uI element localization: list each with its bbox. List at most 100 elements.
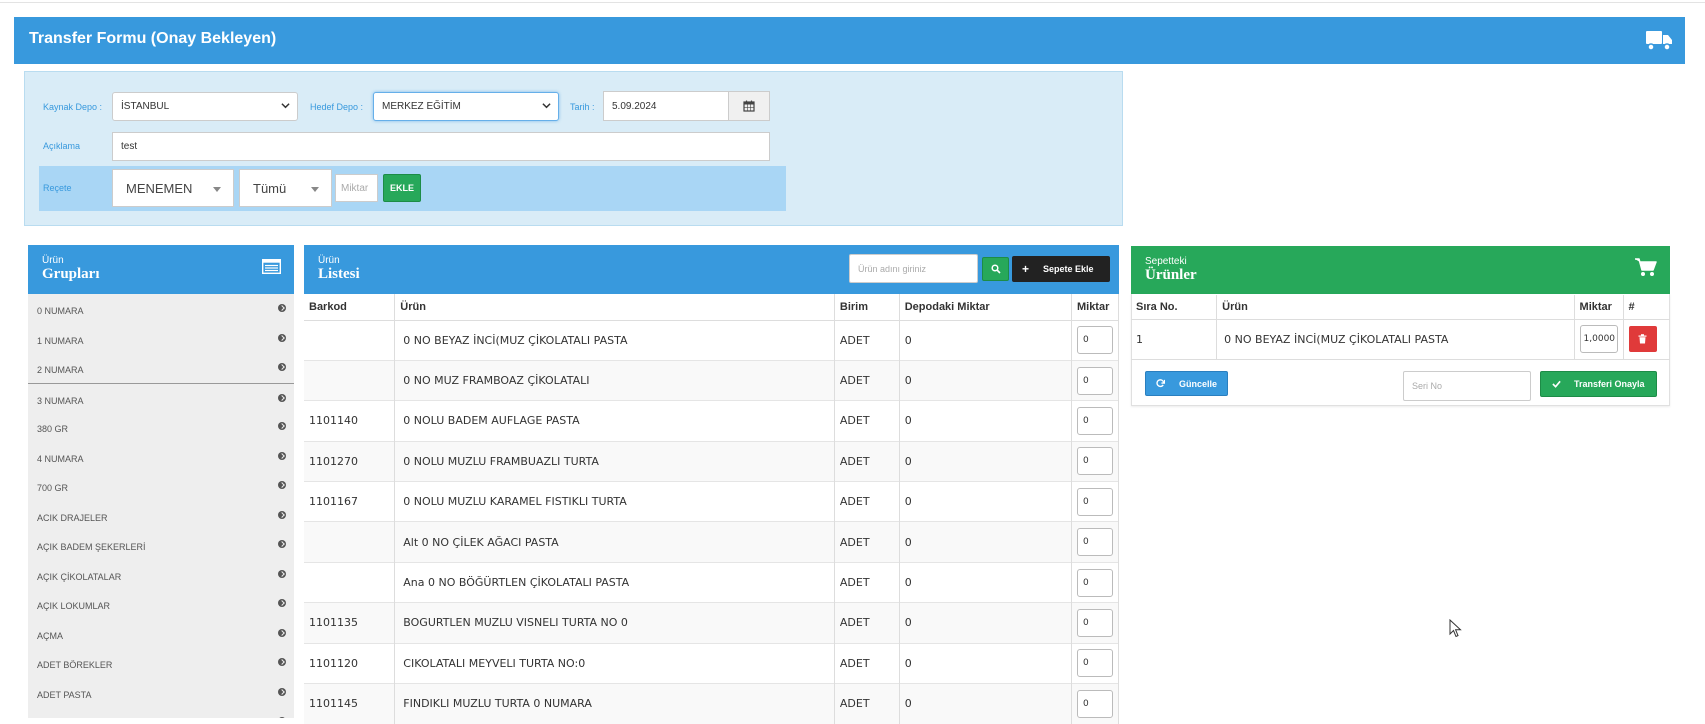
table-row: 1101270 0 NOLU MUZLU FRAMBUAZLI TURTA AD… [304,440,1120,482]
group-item[interactable]: 700 GR [28,471,294,501]
table-row: 0 NO BEYAZ İNCİ(MUZ ÇİKOLATALI PASTA ADE… [304,319,1120,361]
seri-no-input[interactable]: Seri No [1403,371,1531,401]
chevron-right-icon [278,304,286,312]
table-row: 0 NO MUZ FRAMBOAZ ÇİKOLATALI ADET 0 0 [304,359,1120,401]
chevron-right-icon [278,628,286,637]
ekle-button[interactable]: EKLE [383,174,421,202]
plus-icon: + [1022,262,1030,276]
group-item[interactable]: 380 GR [28,412,294,442]
truck-icon [1646,31,1672,51]
update-label: Güncelle [1179,378,1218,389]
groups-title-small: Ürün [42,255,64,266]
chevron-right-icon [278,599,286,607]
table-row: 1101135 BOGURTLEN MUZLU VISNELI TURTA NO… [304,602,1120,644]
aciklama-input[interactable]: test [112,132,770,161]
chevron-right-icon [278,569,286,578]
hedef-depo-value: MERKEZ EĞİTİM [382,101,461,112]
kaynak-depo-select[interactable]: İSTANBUL [112,92,298,121]
chevron-right-icon [278,422,286,430]
recete-value: MENEMEN [126,180,193,196]
top-border [0,0,1705,3]
chevron-right-icon [278,393,286,402]
quantity-input[interactable]: 0 [1076,689,1113,718]
groups-title: Grupları [42,266,100,282]
update-button[interactable]: Güncelle [1145,371,1228,396]
group-item[interactable]: AÇIK LOKUMLAR [28,589,294,619]
products-table: Barkod Ürün Birim Depodaki Miktar Miktar… [304,294,1120,724]
products-title-small: Ürün [318,255,340,266]
col-birim: Birim [834,294,900,321]
products-title: Listesi [318,266,360,282]
quantity-input[interactable]: 0 [1076,608,1113,637]
group-item[interactable] [28,707,294,718]
groups-panel-header: Ürün Grupları [28,245,294,294]
chevron-right-icon [278,540,286,548]
aciklama-label: Açıklama [43,141,81,151]
recete-select[interactable]: MENEMEN [112,169,234,207]
chevron-down-icon [542,102,551,108]
group-item[interactable]: ACIK DRAJELER [28,501,294,531]
group-item[interactable]: 2 NUMARA [28,353,294,383]
group-item[interactable]: 1 NUMARA [28,324,294,354]
cart-row: 1 0 NO BEYAZ İNCİ(MUZ ÇİKOLATALI PASTA 1… [1131,319,1670,360]
search-icon [990,264,1001,274]
product-search-input[interactable]: Ürün adını giriniz [849,254,978,283]
group-item[interactable]: ADET BÖREKLER [28,648,294,678]
cart-col-miktar: Miktar [1574,295,1624,320]
confirm-transfer-button[interactable]: Transferi Onayla [1540,371,1657,397]
quantity-input[interactable]: 0 [1076,326,1113,355]
group-item[interactable]: ADET PASTA [28,678,294,708]
recete-filter-select[interactable]: Tümü [239,169,332,207]
add-to-cart-button[interactable]: + Sepete Ekle [1012,256,1110,282]
calendar-icon [743,100,755,112]
quantity-input[interactable]: 0 [1076,447,1113,476]
page-header: Transfer Formu (Onay Bekleyen) [14,17,1685,64]
quantity-input[interactable]: 0 [1076,487,1113,516]
chevron-right-icon [278,687,286,696]
cart-quantity-input[interactable]: 1,0000 [1579,325,1618,353]
calendar-button[interactable] [728,91,770,121]
hedef-depo-select[interactable]: MERKEZ EĞİTİM [373,92,559,121]
group-item[interactable]: AÇIK BADEM ŞEKERLERİ [28,530,294,560]
tarih-label: Tarih : [570,102,595,112]
table-row: 1101167 0 NOLU MUZLU KARAMEL FISTIKLI TU… [304,481,1120,522]
quantity-input[interactable]: 0 [1076,568,1113,597]
delete-button[interactable] [1628,326,1657,352]
groups-list: 0 NUMARA 1 NUMARA 2 NUMARA 3 NUMARA 380 … [28,294,294,718]
chevron-down-icon [281,102,290,108]
quantity-input[interactable]: 0 [1076,406,1113,435]
group-item[interactable]: 3 NUMARA [28,382,294,413]
group-item[interactable]: 0 NUMARA [28,294,294,324]
miktar-input[interactable]: Miktar [335,174,378,202]
kaynak-depo-label: Kaynak Depo : [43,102,103,112]
refresh-icon [1156,379,1165,388]
mouse-cursor-icon [1449,619,1462,638]
group-item[interactable]: 4 NUMARA [28,442,294,472]
cart-col-sira: Sıra No. [1131,295,1218,320]
chevron-right-icon [278,510,286,519]
table-row: Ana 0 NO BÖĞÜRTLEN ÇİKOLATALI PASTA ADET… [304,561,1120,603]
table-row: 1101120 CIKOLATALI MEYVELI TURTA NO:0 AD… [304,642,1120,684]
chevron-right-icon [278,363,286,371]
list-icon [262,259,281,274]
caret-down-icon [311,187,319,192]
chevron-right-icon [278,658,286,666]
col-depo-miktar: Depodaki Miktar [899,294,1072,321]
table-row: 1101140 0 NOLU BADEM AUFLAGE PASTA ADET … [304,400,1120,442]
quantity-input[interactable]: 0 [1076,366,1113,395]
group-item[interactable]: AÇMA [28,619,294,649]
caret-down-icon [213,187,221,192]
search-button[interactable] [982,257,1009,281]
kaynak-depo-value: İSTANBUL [121,101,170,112]
quantity-input[interactable]: 0 [1076,528,1113,557]
products-panel-header: Ürün Listesi Ürün adını giriniz + Sepete… [304,245,1119,294]
quantity-input[interactable]: 0 [1076,649,1113,678]
cart-title: Ürünler [1145,267,1197,283]
tarih-input[interactable]: 5.09.2024 [603,91,729,121]
page-title: Transfer Formu (Onay Bekleyen) [29,30,277,47]
chevron-right-icon [278,481,286,489]
table-row: Alt 0 NO ÇİLEK AĞACI PASTA ADET 0 0 [304,521,1120,563]
cart-table: Sıra No. Ürün Miktar # 1 0 NO BEYAZ İNCİ… [1131,295,1670,360]
shopping-cart-icon [1635,258,1657,276]
group-item[interactable]: AÇIK ÇİKOLATALAR [28,560,294,590]
